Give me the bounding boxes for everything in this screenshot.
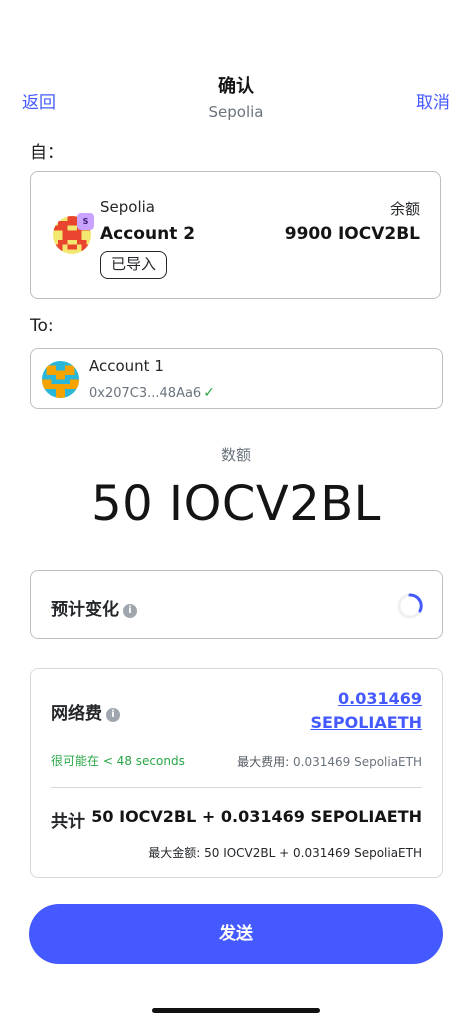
max-amount-value: 50 IOCV2BL + 0.031469 SepoliaETH xyxy=(204,846,422,860)
estimated-changes-card: 预计变化 i xyxy=(30,570,443,639)
max-fee: 最大费用: 0.031469 SepoliaETH xyxy=(237,753,422,770)
loading-spinner-icon xyxy=(397,593,423,619)
cancel-button[interactable]: 取消 xyxy=(416,88,450,113)
network-name: Sepolia xyxy=(208,103,264,121)
fee-amount-unit: SEPOLIAETH xyxy=(310,713,422,732)
amount-label: 数额 xyxy=(220,446,251,464)
total-value: 50 IOCV2BL + 0.031469 SEPOLIAETH xyxy=(91,807,422,826)
to-account-name: Account 1 xyxy=(89,357,164,375)
network-fee-amount-link[interactable]: 0.031469 SEPOLIAETH xyxy=(310,687,422,735)
from-account-name: Account 2 xyxy=(100,224,196,244)
divider xyxy=(51,787,422,788)
max-amount: 最大金额: 50 IOCV2BL + 0.031469 SepoliaETH xyxy=(148,844,422,861)
from-account-card[interactable]: S Sepolia Account 2 已导入 余额 9900 IOCV2BL xyxy=(30,171,441,299)
home-indicator xyxy=(152,1008,320,1013)
to-address-text: 0x207C3...48Aa6 xyxy=(89,386,202,401)
fee-info-icon[interactable]: i xyxy=(106,708,120,722)
network-badge-icon: S xyxy=(77,213,94,230)
balance-value: 9900 IOCV2BL xyxy=(284,224,420,244)
to-label: To: xyxy=(30,316,54,336)
recipient-avatar xyxy=(42,361,79,398)
to-address: 0x207C3...48Aa6 ✓ xyxy=(89,385,215,401)
imported-tag: 已导入 xyxy=(100,251,168,279)
balance-label: 余额 xyxy=(389,200,420,218)
from-network: Sepolia xyxy=(100,198,155,216)
from-label: 自： xyxy=(30,143,64,163)
fee-amount-value: 0.031469 xyxy=(337,689,422,708)
network-fee-heading: 网络费 i xyxy=(51,699,120,724)
max-amount-label: 最大金额: xyxy=(148,846,201,860)
to-account-card[interactable]: Account 1 0x207C3...48Aa6 ✓ xyxy=(30,348,443,409)
fee-time-estimate: 很可能在 < 48 seconds xyxy=(51,754,185,768)
max-fee-label: 最大费用: xyxy=(237,755,290,769)
info-icon[interactable]: i xyxy=(123,604,137,618)
check-icon: ✓ xyxy=(203,385,215,401)
send-button[interactable]: 发送 xyxy=(29,904,443,964)
fee-card: 网络费 i 0.031469 SEPOLIAETH 很可能在 < 48 secon… xyxy=(30,668,443,878)
estimated-changes-label: 预计变化 xyxy=(51,600,119,620)
amount-value: 50 IOCV2BL xyxy=(91,476,381,532)
estimated-changes-heading: 预计变化 i xyxy=(51,595,137,620)
network-fee-label: 网络费 xyxy=(51,704,102,724)
header: 返回 确认 Sepolia 取消 xyxy=(0,0,472,130)
page-title: 确认 xyxy=(218,76,254,97)
max-fee-value: 0.031469 SepoliaETH xyxy=(293,755,422,769)
total-label: 共计 xyxy=(51,812,85,832)
